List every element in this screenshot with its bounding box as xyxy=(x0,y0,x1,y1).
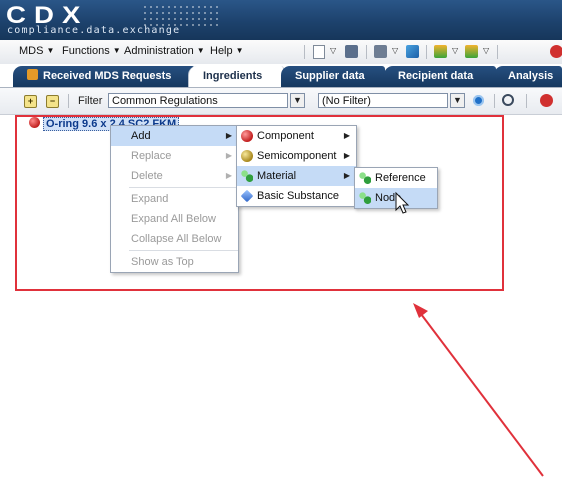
tab-ingredients[interactable]: Ingredients xyxy=(188,66,284,87)
tab-label: Analysis xyxy=(508,70,554,82)
toolbar-separator xyxy=(304,45,305,59)
logo-subtitle: compliance.data.exchange xyxy=(7,25,181,36)
main-tabbar: Received MDS Requests Ingredients Suppli… xyxy=(0,64,562,87)
collapse-all-icon[interactable]: − xyxy=(46,95,59,108)
menu-item-label: Reference xyxy=(375,172,426,184)
menu-item-material[interactable]: Material ▶ xyxy=(237,166,356,186)
search-icon[interactable] xyxy=(502,94,514,106)
menu-item-label: Delete xyxy=(131,170,163,182)
inbox-icon xyxy=(27,69,38,80)
menu-separator xyxy=(129,187,238,188)
menu-administration-label: Administration xyxy=(124,45,194,57)
second-filter-select[interactable]: (No Filter) xyxy=(318,93,448,108)
chevron-right-icon: ▶ xyxy=(343,151,350,160)
menu-item-label: Basic Substance xyxy=(257,190,339,202)
menu-item-label: Node xyxy=(375,192,402,204)
menu-item-node[interactable]: Node xyxy=(355,188,437,208)
chevron-down-icon: ▼ xyxy=(196,46,205,55)
chevron-right-icon: ▶ xyxy=(343,131,350,140)
component-icon[interactable] xyxy=(540,94,553,107)
tab-label: Supplier data xyxy=(295,70,365,82)
filter-label: Filter xyxy=(78,95,103,107)
expand-all-icon[interactable]: + xyxy=(24,95,37,108)
menu-item-label: Expand All Below xyxy=(131,213,216,225)
tab-analysis[interactable]: Analysis xyxy=(494,66,562,87)
send-icon[interactable] xyxy=(406,45,419,58)
menu-item-expand: Expand xyxy=(111,189,238,209)
menu-item-label: Semicomponent xyxy=(257,150,337,162)
menu-mds[interactable]: MDS ▼ xyxy=(19,45,54,57)
material-icon xyxy=(359,192,371,204)
chevron-down-icon[interactable]: ▽ xyxy=(452,46,458,55)
menu-item-expand-all-below: Expand All Below xyxy=(111,209,238,229)
menu-item-label: Replace xyxy=(131,150,172,162)
context-menu: Add ▶ Replace ▶ Delete ▶ Expand Expand All … xyxy=(110,125,239,273)
export-icon[interactable] xyxy=(465,45,478,58)
chevron-down-icon[interactable]: ▼ xyxy=(450,93,465,108)
menu-item-basic-substance[interactable]: Basic Substance xyxy=(237,186,356,206)
menu-item-label: Show as Top xyxy=(131,256,194,268)
tab-label: Recipient data xyxy=(398,70,474,82)
tab-supplier-data[interactable]: Supplier data xyxy=(281,66,385,87)
tab-received-mds-requests[interactable]: Received MDS Requests xyxy=(13,66,195,87)
menu-item-label: Collapse All Below xyxy=(131,233,222,245)
semicomponent-icon xyxy=(241,150,253,162)
chevron-down-icon[interactable]: ▽ xyxy=(483,46,489,55)
menu-item-replace: Replace ▶ xyxy=(111,146,238,166)
menu-item-label: Expand xyxy=(131,193,169,205)
main-menubar: MDS ▼ Functions ▼ Administration ▼ Help ▼ ▽ … xyxy=(0,40,562,65)
print-icon[interactable] xyxy=(374,45,387,58)
tab-recipient-data[interactable]: Recipient data xyxy=(384,66,496,87)
add-submenu: Component ▶ Semicomponent ▶ Material ▶ Basi… xyxy=(236,125,357,207)
menu-functions[interactable]: Functions ▼ xyxy=(62,45,121,57)
tab-label: Received MDS Requests xyxy=(43,70,172,82)
menu-item-component[interactable]: Component ▶ xyxy=(237,126,356,146)
view-eye-icon[interactable] xyxy=(472,94,485,107)
toolbar-separator xyxy=(366,45,367,59)
filter-toolbar: + − Filter Common Regulations ▼ (No Filt… xyxy=(0,87,562,115)
filter-select[interactable]: Common Regulations xyxy=(108,93,288,108)
component-icon xyxy=(241,130,253,142)
toolbar-separator xyxy=(68,94,69,108)
new-document-icon[interactable] xyxy=(313,45,325,59)
chevron-right-icon: ▶ xyxy=(343,171,350,180)
material-submenu: Reference Node xyxy=(354,167,438,209)
chevron-down-icon[interactable]: ▽ xyxy=(330,46,336,55)
material-icon xyxy=(241,170,253,182)
menu-item-label: Add xyxy=(131,130,151,142)
menu-item-show-as-top: Show as Top xyxy=(111,252,238,272)
menu-item-delete: Delete ▶ xyxy=(111,166,238,186)
menu-mds-label: MDS xyxy=(19,45,44,57)
menu-administration[interactable]: Administration ▼ xyxy=(124,45,205,57)
chevron-right-icon: ▶ xyxy=(225,151,232,160)
chevron-down-icon: ▼ xyxy=(235,46,244,55)
menu-item-reference[interactable]: Reference xyxy=(355,168,437,188)
menu-item-add[interactable]: Add ▶ xyxy=(111,126,238,146)
component-icon[interactable] xyxy=(550,45,562,58)
chevron-down-icon[interactable]: ▼ xyxy=(290,93,305,108)
menu-item-label: Component xyxy=(257,130,314,142)
menu-help[interactable]: Help ▼ xyxy=(210,45,244,57)
menu-item-semicomponent[interactable]: Semicomponent ▶ xyxy=(237,146,356,166)
menu-item-label: Material xyxy=(257,170,297,182)
menu-separator xyxy=(129,250,238,251)
material-icon xyxy=(359,172,371,184)
menu-functions-label: Functions xyxy=(62,45,110,57)
toolbar-separator xyxy=(526,94,527,108)
menu-item-collapse-all-below: Collapse All Below xyxy=(111,229,238,249)
chevron-down-icon: ▼ xyxy=(46,46,55,55)
toolbar-separator xyxy=(426,45,427,59)
toolbar-separator xyxy=(494,94,495,108)
save-icon[interactable] xyxy=(345,45,358,58)
import-icon[interactable] xyxy=(434,45,447,58)
app-header-banner: CDX compliance.data.exchange xyxy=(0,0,562,40)
chevron-down-icon: ▼ xyxy=(112,46,121,55)
chevron-right-icon: ▶ xyxy=(225,171,232,180)
tab-label: Ingredients xyxy=(203,70,263,82)
chevron-down-icon[interactable]: ▽ xyxy=(392,46,398,55)
menu-help-label: Help xyxy=(210,45,233,57)
toolbar-separator xyxy=(497,45,498,59)
chevron-right-icon: ▶ xyxy=(225,131,232,140)
basic-substance-icon xyxy=(240,189,254,203)
